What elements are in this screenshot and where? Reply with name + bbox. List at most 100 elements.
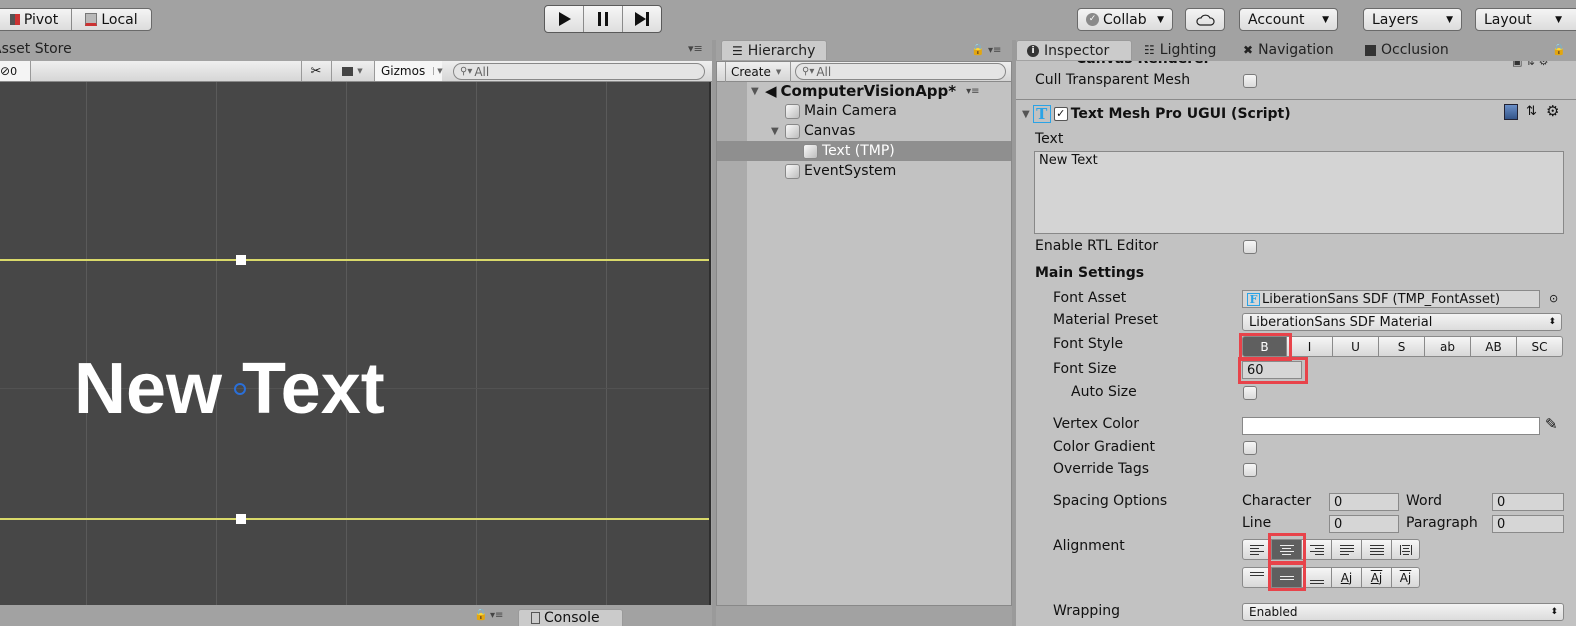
step-button[interactable] bbox=[623, 6, 661, 32]
align-right-icon bbox=[1309, 544, 1324, 555]
gameobject-icon bbox=[785, 103, 800, 119]
font-style-uppercase-button[interactable]: AB bbox=[1471, 336, 1517, 357]
rect-handle-bottom[interactable] bbox=[236, 514, 246, 524]
align-capline-button[interactable]: Aj bbox=[1392, 567, 1420, 588]
align-geometry-center-button[interactable] bbox=[1392, 539, 1420, 560]
paragraph-spacing-input[interactable]: 0 bbox=[1492, 515, 1564, 533]
enable-rtl-checkbox[interactable] bbox=[1243, 240, 1257, 254]
align-top-button[interactable] bbox=[1242, 567, 1272, 588]
font-style-bold-button[interactable]: B bbox=[1242, 336, 1287, 357]
gizmos-dropdown[interactable]: Gizmos ▼ bbox=[374, 61, 443, 81]
effects-button[interactable]: ✂ bbox=[301, 61, 330, 81]
align-geometry-icon bbox=[1399, 544, 1412, 555]
lock-icon[interactable]: 🔒 bbox=[1552, 43, 1566, 56]
panel-splitter[interactable] bbox=[712, 40, 716, 626]
layers-dropdown[interactable]: Layers ▼ bbox=[1363, 8, 1462, 31]
font-style-underline-button[interactable]: U bbox=[1333, 336, 1379, 357]
tab-hierarchy[interactable]: ☰ Hierarchy bbox=[721, 40, 827, 60]
align-left-button[interactable] bbox=[1242, 539, 1272, 560]
scene-view[interactable]: New Text bbox=[0, 82, 711, 605]
camera-button[interactable]: ▼ bbox=[331, 61, 373, 81]
material-preset-dropdown[interactable]: LiberationSans SDF Material ⬍ bbox=[1242, 313, 1562, 331]
preset-icon[interactable]: ⇅ bbox=[1526, 104, 1537, 119]
align-middle-button[interactable] bbox=[1272, 567, 1302, 588]
tab-console[interactable]: Console bbox=[518, 609, 623, 626]
tab-inspector[interactable]: i Inspector bbox=[1016, 40, 1132, 60]
collab-button[interactable]: ✓ Collab ▼ bbox=[1077, 8, 1173, 31]
tab-lighting[interactable]: ☷ Lighting bbox=[1134, 40, 1226, 60]
create-dropdown[interactable]: Create ▼ bbox=[725, 62, 791, 82]
hierarchy-item-eventsystem[interactable]: EventSystem bbox=[717, 161, 1011, 181]
font-asset-field[interactable]: F LiberationSans SDF (TMP_FontAsset) bbox=[1242, 290, 1540, 308]
cloud-button[interactable] bbox=[1185, 8, 1225, 31]
eyedropper-icon[interactable]: ✎ bbox=[1545, 415, 1558, 433]
pause-button[interactable] bbox=[584, 6, 623, 32]
help-book-icon[interactable] bbox=[1504, 104, 1518, 120]
scene-text-object[interactable]: New Text bbox=[74, 348, 385, 430]
font-style-strikethrough-button[interactable]: S bbox=[1379, 336, 1425, 357]
hierarchy-item-text-tmp[interactable]: Text (TMP) bbox=[717, 141, 1011, 161]
font-style-lowercase-button[interactable]: ab bbox=[1425, 336, 1471, 357]
text-input-area[interactable]: New Text bbox=[1034, 151, 1564, 234]
align-justified-button[interactable] bbox=[1332, 539, 1362, 560]
line-spacing-input[interactable]: 0 bbox=[1329, 515, 1399, 533]
canvas-renderer-header[interactable]: Canvas Renderer bbox=[1076, 61, 1211, 67]
expand-arrow-icon[interactable]: ▼ bbox=[771, 126, 785, 137]
override-tags-checkbox[interactable] bbox=[1243, 463, 1257, 477]
font-style-italic-button[interactable]: I bbox=[1287, 336, 1333, 357]
gear-icon[interactable]: ⚙ bbox=[1546, 102, 1559, 120]
expand-arrow-icon[interactable]: ▼ bbox=[1022, 109, 1030, 120]
lock-icon[interactable]: 🔒 bbox=[971, 43, 985, 56]
cull-transparent-mesh-checkbox[interactable] bbox=[1243, 74, 1257, 88]
align-capline-icon: Aj bbox=[1399, 570, 1412, 585]
tab-asset-store[interactable]: Asset Store bbox=[0, 41, 72, 57]
lighting-icon: ☷ bbox=[1144, 43, 1155, 57]
play-button[interactable] bbox=[545, 6, 584, 32]
align-right-button[interactable] bbox=[1302, 539, 1332, 560]
tools-icon: ✂ bbox=[310, 63, 322, 79]
vertex-color-swatch[interactable] bbox=[1242, 417, 1540, 435]
hidden-objects-toggle[interactable]: ⊘ 0 bbox=[0, 61, 31, 81]
console-icon bbox=[531, 612, 540, 624]
word-spacing-input[interactable]: 0 bbox=[1492, 493, 1564, 511]
align-middle-icon bbox=[1279, 575, 1294, 580]
tab-occlusion[interactable]: Occlusion bbox=[1355, 40, 1459, 60]
grid-line bbox=[86, 82, 87, 605]
character-spacing-input[interactable]: 0 bbox=[1329, 493, 1399, 511]
local-button[interactable]: Local bbox=[72, 9, 151, 30]
wrapping-dropdown[interactable]: Enabled ⬍ bbox=[1242, 603, 1564, 621]
scene-root-item[interactable]: ▼ ◀ ComputerVisionApp* ▾≡ bbox=[751, 81, 1011, 101]
character-spacing-label: Character bbox=[1242, 493, 1312, 509]
object-picker-icon[interactable]: ⊙ bbox=[1549, 292, 1558, 305]
scene-search-input[interactable]: ⚲▾ All bbox=[453, 63, 705, 80]
pivot-button[interactable]: Pivot bbox=[0, 9, 73, 30]
account-dropdown[interactable]: Account ▼ bbox=[1239, 8, 1338, 31]
color-gradient-checkbox[interactable] bbox=[1243, 441, 1257, 455]
panel-splitter[interactable] bbox=[1012, 40, 1016, 626]
hierarchy-panel: Create ▼ ⚲▾ All ▼ ◀ ComputerVisionApp* ▾… bbox=[716, 61, 1012, 606]
layout-dropdown[interactable]: Layout ▼ bbox=[1475, 8, 1576, 31]
tab-navigation[interactable]: ✖ Navigation bbox=[1233, 40, 1344, 60]
align-bottom-button[interactable] bbox=[1302, 567, 1332, 588]
hierarchy-item-canvas[interactable]: ▼ Canvas bbox=[717, 121, 1011, 141]
hierarchy-search-input[interactable]: ⚲▾ All bbox=[795, 63, 1006, 80]
panel-menu-icon[interactable]: ▾≡ bbox=[688, 42, 703, 55]
pivot-handle[interactable] bbox=[234, 383, 246, 395]
align-center-button[interactable] bbox=[1272, 539, 1302, 560]
component-enabled-checkbox[interactable]: ✓ bbox=[1053, 107, 1068, 121]
font-size-input[interactable]: 60 bbox=[1242, 361, 1302, 379]
auto-size-checkbox[interactable] bbox=[1243, 386, 1257, 400]
font-style-smallcaps-button[interactable]: SC bbox=[1517, 336, 1563, 357]
align-baseline-button[interactable]: Aj bbox=[1332, 567, 1362, 588]
tmp-component-header[interactable]: ▼ T ✓ Text Mesh Pro UGUI (Script) bbox=[1022, 103, 1291, 125]
rect-handle-top[interactable] bbox=[236, 255, 246, 265]
align-flush-button[interactable] bbox=[1362, 539, 1392, 560]
hierarchy-item-main-camera[interactable]: Main Camera bbox=[717, 101, 1011, 121]
expand-arrow-icon[interactable]: ▼ bbox=[751, 86, 765, 97]
align-midline-button[interactable]: Aj bbox=[1362, 567, 1392, 588]
scene-menu-icon[interactable]: ▾≡ bbox=[966, 86, 979, 97]
panel-menu-icon[interactable]: ▾≡ bbox=[490, 610, 503, 621]
panel-menu-icon[interactable]: ▾≡ bbox=[988, 45, 1001, 56]
lock-icon[interactable]: 🔒 bbox=[474, 608, 488, 621]
dropdown-arrow-icon: ▼ bbox=[1322, 14, 1329, 25]
